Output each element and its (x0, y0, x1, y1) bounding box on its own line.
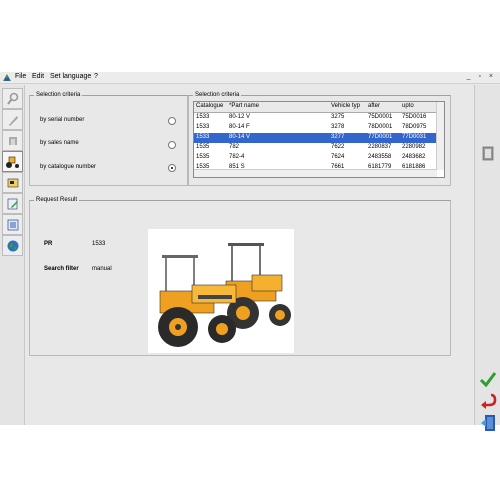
menu-set-language[interactable]: Set language (50, 73, 91, 80)
exit-door-icon (481, 415, 495, 431)
tractor-illustration (158, 243, 291, 347)
menu-bar: File Edit Set language ? _ ▫ × (0, 72, 500, 84)
table-cell: 1535 (196, 154, 210, 160)
radio-catalogue-number[interactable] (168, 164, 176, 172)
table-row[interactable]: 1535 782 7622 2280837 2280982 (194, 143, 437, 153)
table-cell: 7622 (331, 144, 345, 150)
table-cell: 2483558 (368, 154, 392, 160)
table-vertical-scrollbar[interactable] (436, 102, 444, 170)
table-cell: 1535 (196, 144, 210, 150)
table-cell: 2280982 (402, 144, 426, 150)
option-catalogue-number-label: by catalogue number (40, 164, 97, 170)
wrench-tool-button[interactable] (2, 109, 23, 130)
ok-button[interactable] (478, 369, 498, 389)
list-icon (7, 219, 18, 230)
search-filter-value: manual (92, 266, 112, 272)
table-cell: 782-4 (229, 154, 245, 160)
table-cell: 77D0031 (402, 134, 427, 140)
table-cell: 78D0975 (402, 124, 427, 130)
menu-edit[interactable]: Edit (32, 73, 44, 80)
app-logo-icon (3, 74, 11, 81)
menu-help[interactable]: ? (94, 73, 98, 80)
column-header-after[interactable]: after (368, 103, 380, 109)
pr-label: PR (44, 241, 53, 247)
selection-criteria-panel: Selection criteria (29, 92, 188, 186)
table-horizontal-scrollbar[interactable] (194, 169, 437, 177)
edit-icon (7, 198, 18, 209)
radio-serial-number[interactable] (168, 117, 176, 125)
search-tool-button[interactable] (2, 88, 23, 109)
column-header-upto[interactable]: upto (402, 103, 414, 109)
column-header-vehicle-type[interactable]: Vehicle typ (331, 103, 360, 109)
card-icon (7, 178, 18, 187)
table-cell: 3277 (331, 134, 345, 140)
gear-icon (8, 136, 17, 145)
radio-selected-dot (171, 167, 173, 169)
option-serial-number-label: by serial number (40, 117, 85, 123)
table-cell: 80-14 F (229, 124, 250, 130)
application-window: File Edit Set language ? _ ▫ × Selection… (0, 72, 500, 431)
table-header: Catalogue *Part name Vehicle typ after u… (194, 102, 437, 113)
clipboard-icon (482, 146, 494, 161)
search-icon (6, 92, 18, 105)
exit-button[interactable] (478, 413, 498, 433)
search-filter-label: Search filter (44, 266, 79, 272)
table-cell: 2280837 (368, 144, 392, 150)
request-result-legend: Request Result (36, 197, 78, 203)
checkmark-icon (479, 372, 497, 387)
selection-table-legend: Selection criteria (195, 92, 240, 98)
card-tool-button[interactable] (2, 172, 23, 193)
tractor-tool-button[interactable] (2, 151, 23, 172)
selection-criteria-legend: Selection criteria (36, 92, 81, 98)
table-cell: 1533 (196, 134, 210, 140)
tractor-icon (6, 156, 19, 168)
table-cell: 3275 (331, 114, 345, 120)
table-cell: 80-12 V (229, 114, 251, 120)
tractor-image (148, 229, 294, 353)
clipboard-button[interactable] (478, 143, 498, 163)
column-header-catalogue[interactable]: Catalogue (196, 103, 223, 109)
wrench-icon (8, 115, 18, 126)
table-row[interactable]: 1533 80-12 V 3275 75D0001 75D0016 (194, 113, 437, 123)
edit-tool-button[interactable] (2, 193, 23, 214)
window-controls[interactable]: _ ▫ × (467, 73, 496, 80)
table-row[interactable]: 1533 80-14 V 3277 77D0001 77D0031 (194, 133, 437, 143)
table-cell: 77D0001 (368, 134, 393, 140)
menu-file[interactable]: File (15, 73, 26, 80)
list-tool-button[interactable] (2, 214, 23, 235)
column-header-part-name[interactable]: *Part name (229, 103, 259, 109)
globe-tool-button[interactable] (2, 235, 23, 256)
back-button[interactable] (478, 391, 498, 411)
globe-icon (7, 240, 18, 251)
table-cell: 78D0001 (368, 124, 393, 130)
option-sales-name-label: by sales name (40, 140, 79, 146)
table-cell: 1533 (196, 124, 210, 130)
table-cell: 1533 (196, 114, 210, 120)
table-row[interactable]: 1533 80-14 F 3278 78D0001 78D0975 (194, 123, 437, 133)
table-cell: 3278 (331, 124, 345, 130)
radio-sales-name[interactable] (168, 141, 176, 149)
left-toolbar (0, 85, 25, 425)
table-cell: 2483682 (402, 154, 426, 160)
table-cell: 7624 (331, 154, 345, 160)
pr-value: 1533 (92, 241, 106, 247)
catalogue-table: Catalogue *Part name Vehicle typ after u… (193, 101, 445, 178)
table-cell: 782 (229, 144, 240, 150)
table-cell: 75D0001 (368, 114, 393, 120)
table-cell: 75D0016 (402, 114, 427, 120)
return-arrow-icon (481, 393, 497, 409)
table-cell: 80-14 V (229, 134, 251, 140)
gear-tool-button[interactable] (2, 130, 23, 151)
table-row[interactable]: 1535 782-4 7624 2483558 2483682 (194, 153, 437, 163)
right-toolbar (474, 85, 500, 431)
